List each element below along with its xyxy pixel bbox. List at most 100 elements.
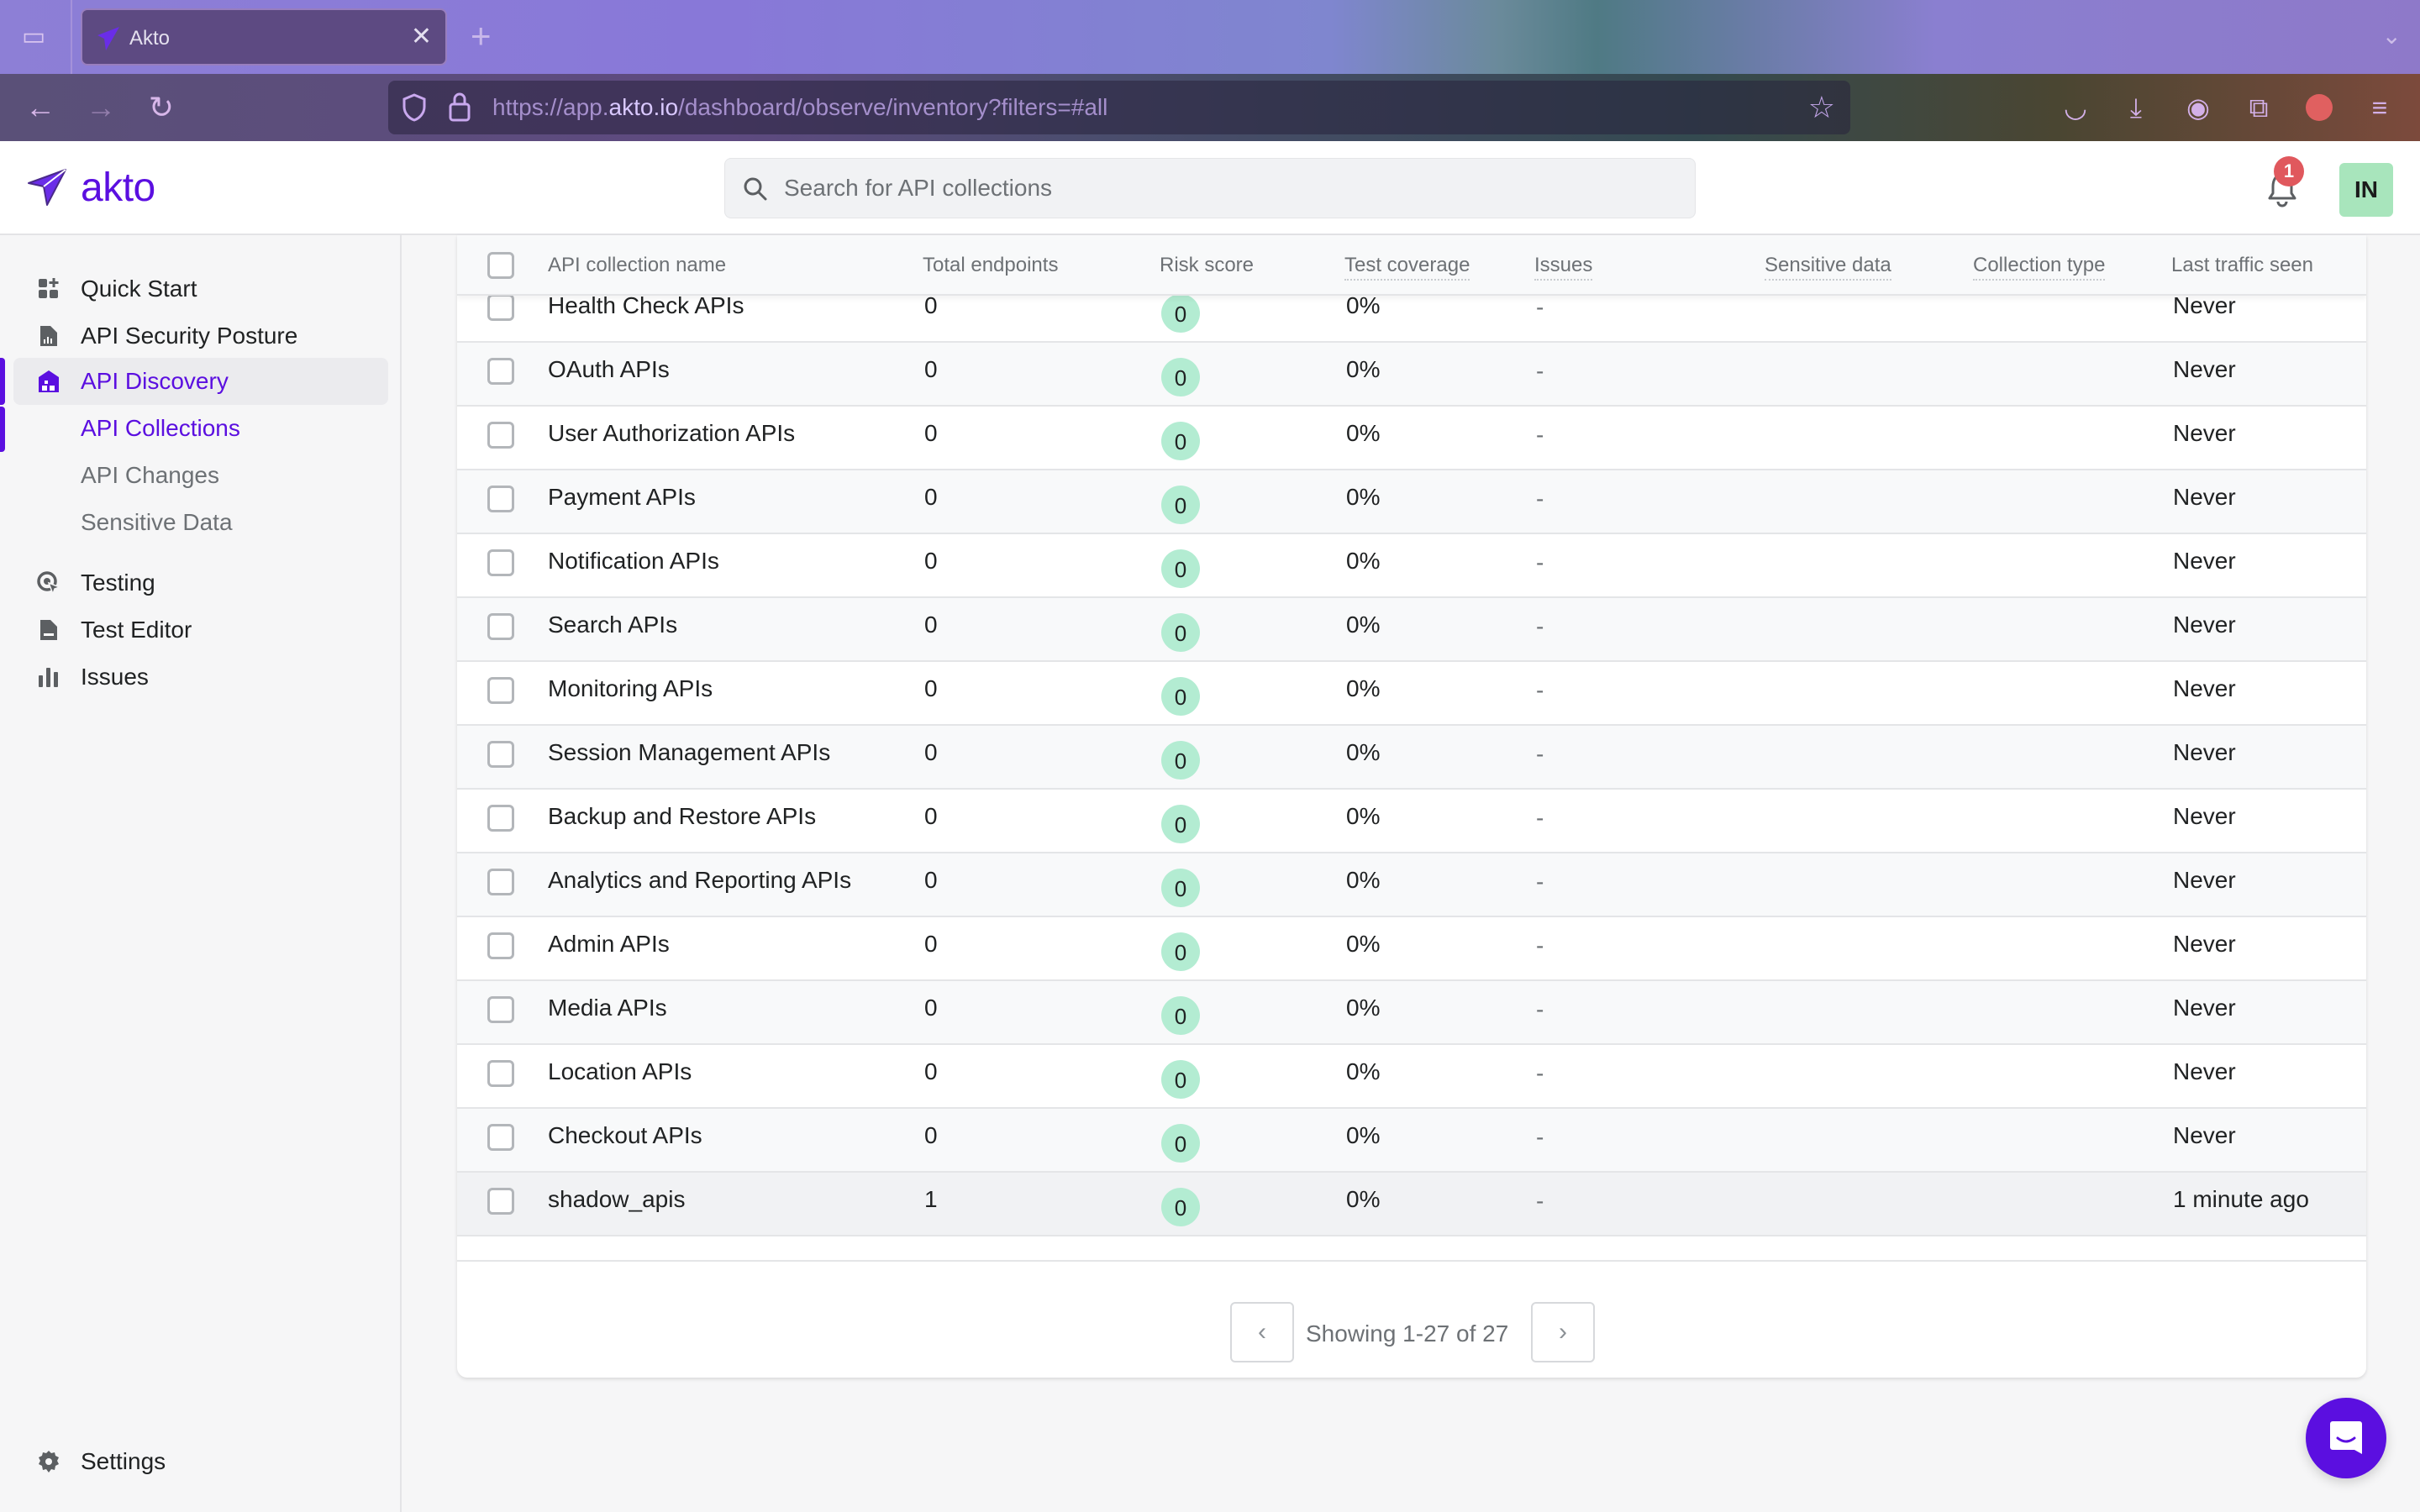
column-header-risk-score[interactable]: Risk score	[1160, 254, 1254, 277]
table-row[interactable]: Admin APIs 0 0 0% - Never	[457, 917, 2366, 981]
sidebar-item-api-security-posture[interactable]: API Security Posture	[13, 312, 388, 360]
close-tab-icon[interactable]: ✕	[411, 22, 432, 52]
tab-overview-icon[interactable]: ▭	[18, 22, 49, 52]
row-checkbox[interactable]	[487, 932, 514, 959]
prev-page-button[interactable]: ‹	[1230, 1302, 1294, 1362]
search-input[interactable]	[784, 159, 1675, 218]
column-header-test-coverage[interactable]: Test coverage	[1344, 254, 1470, 281]
collection-name[interactable]: Search APIs	[548, 613, 677, 637]
column-header-issues[interactable]: Issues	[1534, 254, 1593, 281]
new-tab-icon[interactable]: +	[471, 18, 492, 54]
row-checkbox[interactable]	[487, 613, 514, 640]
collection-name[interactable]: Backup and Restore APIs	[548, 805, 816, 828]
bookmark-star-icon[interactable]: ☆	[1808, 91, 1835, 124]
url-bar[interactable]: https://app.akto.io/dashboard/observe/in…	[388, 81, 1850, 134]
collection-name[interactable]: Location APIs	[548, 1060, 692, 1084]
column-header-total-endpoints[interactable]: Total endpoints	[923, 254, 1058, 277]
search-bar[interactable]	[724, 158, 1696, 218]
account-icon[interactable]: ◉	[2178, 87, 2218, 128]
column-header-collection-type[interactable]: Collection type	[1973, 254, 2106, 281]
url-text[interactable]: https://app.akto.io/dashboard/observe/in…	[492, 94, 1107, 121]
risk-score-badge: 0	[1161, 1124, 1200, 1163]
column-header-name[interactable]: API collection name	[548, 254, 726, 277]
row-checkbox[interactable]	[487, 1060, 514, 1087]
table-row[interactable]: Analytics and Reporting APIs 0 0 0% - Never	[457, 853, 2366, 917]
row-checkbox[interactable]	[487, 1188, 514, 1215]
select-all-checkbox[interactable]	[487, 252, 514, 279]
collection-name[interactable]: Monitoring APIs	[548, 677, 713, 701]
row-checkbox[interactable]	[487, 294, 514, 321]
row-checkbox[interactable]	[487, 869, 514, 895]
hamburger-menu-icon[interactable]: ≡	[2360, 87, 2400, 128]
sidebar-subitem-api-collections[interactable]: API Collections	[81, 415, 240, 442]
sidebar-subitem-sensitive-data[interactable]: Sensitive Data	[81, 509, 233, 536]
table-row[interactable]: Session Management APIs 0 0 0% - Never	[457, 726, 2366, 790]
sidebar-item-api-discovery[interactable]: API Discovery	[13, 358, 388, 405]
table-row[interactable]: shadow_apis 1 0 0% - 1 minute ago	[457, 1173, 2366, 1236]
akto-logo[interactable]: akto	[25, 165, 155, 211]
sidebar-item-test-editor[interactable]: Test Editor	[13, 606, 388, 654]
test-coverage: 0%	[1346, 739, 1381, 765]
collection-name[interactable]: shadow_apis	[548, 1188, 685, 1211]
active-indicator	[0, 407, 5, 452]
row-checkbox[interactable]	[487, 486, 514, 512]
collection-name[interactable]: Session Management APIs	[548, 741, 830, 764]
sidebar-item-quick-start[interactable]: Quick Start	[13, 265, 388, 312]
last-traffic-seen: Never	[2173, 931, 2236, 957]
row-checkbox[interactable]	[487, 805, 514, 832]
collection-name[interactable]: User Authorization APIs	[548, 422, 795, 445]
row-checkbox[interactable]	[487, 996, 514, 1023]
table-row[interactable]: Backup and Restore APIs 0 0 0% - Never	[457, 790, 2366, 853]
table-row[interactable]: Payment APIs 0 0 0% - Never	[457, 470, 2366, 534]
collection-name[interactable]: Checkout APIs	[548, 1124, 702, 1147]
download-icon[interactable]: ⤓	[2116, 87, 2156, 128]
reload-icon[interactable]: ↻	[141, 87, 182, 128]
sidebar-item-issues[interactable]: Issues	[13, 654, 388, 701]
back-icon[interactable]: ←	[20, 87, 60, 128]
table-row[interactable]: Notification APIs 0 0 0% - Never	[457, 534, 2366, 598]
target-cursor-icon	[37, 571, 60, 595]
table-row[interactable]: Monitoring APIs 0 0 0% - Never	[457, 662, 2366, 726]
last-traffic-seen: Never	[2173, 356, 2236, 382]
browser-tab[interactable]: Akto ✕	[81, 8, 447, 66]
collection-name[interactable]: Health Check APIs	[548, 294, 744, 318]
extension-blocker-icon[interactable]	[2299, 87, 2339, 128]
table-row[interactable]: OAuth APIs 0 0 0% - Never	[457, 343, 2366, 407]
table-row[interactable]: User Authorization APIs 0 0 0% - Never	[457, 407, 2366, 470]
table-row[interactable]: Location APIs 0 0 0% - Never	[457, 1045, 2366, 1109]
row-checkbox[interactable]	[487, 422, 514, 449]
forward-icon[interactable]: →	[81, 87, 121, 128]
collection-name[interactable]: Analytics and Reporting APIs	[548, 869, 851, 892]
avatar[interactable]: IN	[2339, 163, 2393, 217]
pocket-icon[interactable]: ◡	[2055, 87, 2096, 128]
table-row[interactable]: Search APIs 0 0 0% - Never	[457, 598, 2366, 662]
row-checkbox[interactable]	[487, 1124, 514, 1151]
risk-score-badge: 0	[1161, 677, 1200, 716]
column-header-last-traffic-seen[interactable]: Last traffic seen	[2171, 254, 2313, 277]
row-checkbox[interactable]	[487, 741, 514, 768]
collection-name[interactable]: Payment APIs	[548, 486, 696, 509]
extensions-icon[interactable]: ⧉	[2238, 87, 2279, 128]
sidebar-item-testing[interactable]: Testing	[13, 559, 388, 606]
chevron-down-icon[interactable]: ⌄	[2382, 22, 2402, 50]
shield-icon[interactable]	[402, 92, 427, 123]
collection-name[interactable]: Notification APIs	[548, 549, 719, 573]
table-row[interactable]: Checkout APIs 0 0 0% - Never	[457, 1109, 2366, 1173]
app-header: akto 1 IN	[0, 141, 2420, 235]
column-header-sensitive-data[interactable]: Sensitive data	[1765, 254, 1891, 281]
test-coverage: 0%	[1346, 1122, 1381, 1148]
row-checkbox[interactable]	[487, 677, 514, 704]
lock-icon[interactable]	[447, 91, 472, 123]
table-row[interactable]: Media APIs 0 0 0% - Never	[457, 981, 2366, 1045]
discovery-icon	[39, 370, 59, 392]
collection-name[interactable]: Media APIs	[548, 996, 667, 1020]
row-checkbox[interactable]	[487, 549, 514, 576]
collection-name[interactable]: Admin APIs	[548, 932, 670, 956]
chat-support-button[interactable]	[2306, 1398, 2386, 1478]
collection-name[interactable]: OAuth APIs	[548, 358, 670, 381]
sidebar-item-settings[interactable]: Settings	[13, 1438, 388, 1485]
issues-count: -	[1536, 1124, 1544, 1150]
next-page-button[interactable]: ›	[1531, 1302, 1595, 1362]
sidebar-subitem-api-changes[interactable]: API Changes	[81, 462, 219, 489]
row-checkbox[interactable]	[487, 358, 514, 385]
